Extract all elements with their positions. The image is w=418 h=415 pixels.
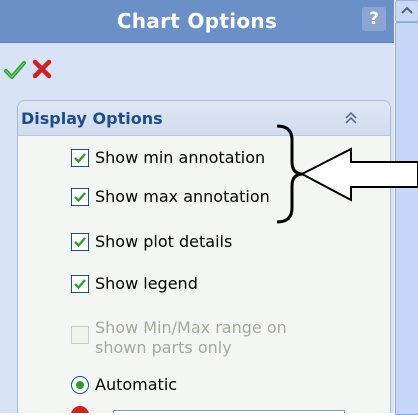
- show-plot-details-label: Show plot details: [95, 232, 233, 251]
- check-mark-icon: [74, 237, 86, 248]
- property-manager-pane: Chart Options ? Display Options Show min…: [0, 0, 394, 413]
- automatic-radio[interactable]: [71, 376, 89, 394]
- scrollbar-thumb[interactable]: [395, 22, 418, 415]
- scroll-up-arrow-icon: [401, 6, 413, 14]
- show-minmax-range-label: Show Min/Max range on shown parts only: [95, 318, 287, 358]
- scroll-up-button[interactable]: [395, 0, 418, 22]
- display-options-header[interactable]: Display Options: [18, 101, 390, 136]
- radio-selected-dot: [76, 381, 84, 389]
- show-max-annotation-label: Show max annotation: [95, 187, 270, 206]
- show-minmax-range-label-line-1: Show Min/Max range on: [95, 318, 287, 337]
- check-mark-icon: [74, 279, 86, 290]
- show-legend-checkbox[interactable]: [71, 275, 89, 293]
- show-minmax-range-checkbox: [71, 326, 89, 344]
- check-mark-icon: [74, 192, 86, 203]
- show-min-annotation-checkbox[interactable]: [71, 149, 89, 167]
- automatic-label: Automatic: [95, 375, 178, 394]
- show-minmax-range-label-line-2: shown parts only: [95, 338, 232, 357]
- panel-title: Chart Options: [116, 9, 278, 33]
- title-bar: Chart Options ?: [0, 0, 394, 43]
- show-min-annotation-label: Show min annotation: [95, 148, 266, 167]
- green-checkmark-icon[interactable]: [3, 58, 27, 82]
- red-x-icon[interactable]: [31, 58, 53, 80]
- show-legend-label: Show legend: [95, 274, 198, 293]
- check-mark-icon: [74, 153, 86, 164]
- show-max-annotation-checkbox[interactable]: [71, 188, 89, 206]
- display-options-title: Display Options: [21, 109, 163, 128]
- double-chevron-up-icon[interactable]: [342, 109, 360, 127]
- display-options-group: Display Options: [17, 100, 391, 413]
- show-plot-details-checkbox[interactable]: [71, 233, 89, 251]
- help-button[interactable]: ?: [362, 7, 386, 31]
